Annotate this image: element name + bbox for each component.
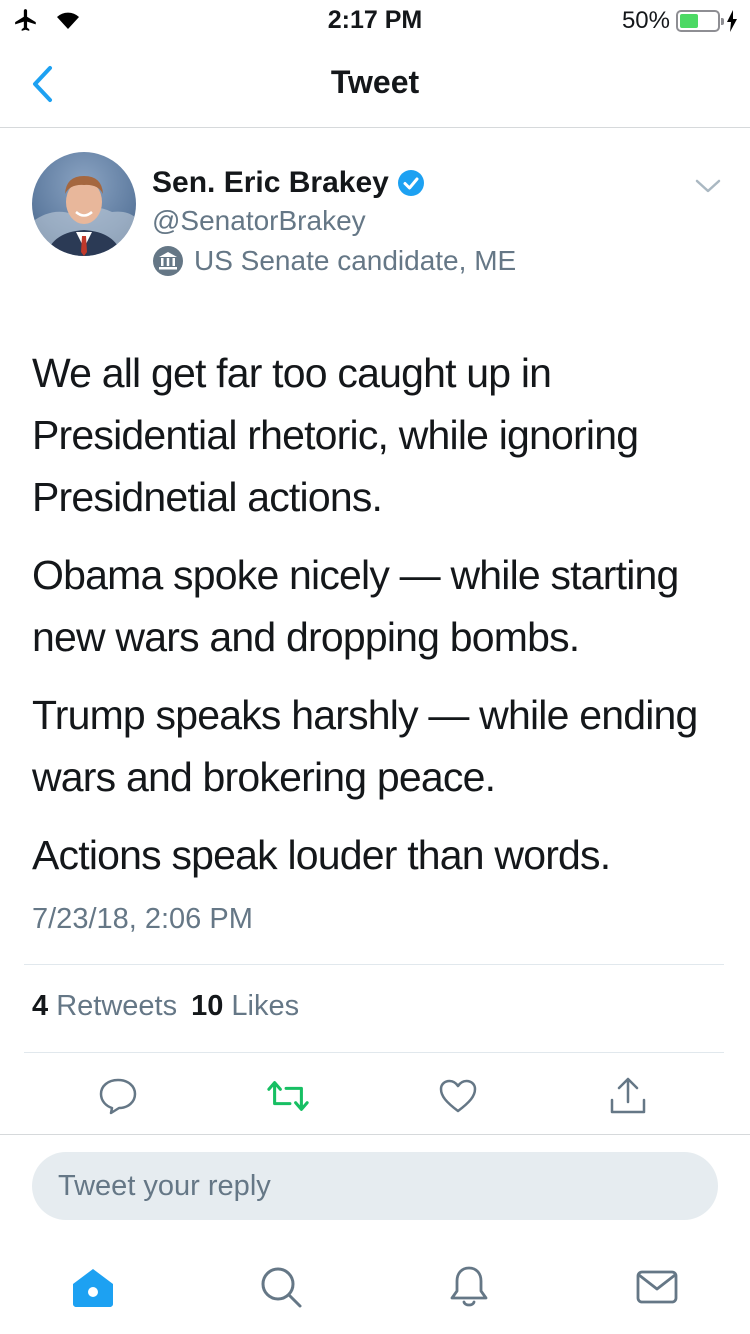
author-name[interactable]: Sen. Eric Brakey bbox=[152, 166, 389, 200]
author-name-row[interactable]: Sen. Eric Brakey bbox=[152, 166, 425, 200]
reply-icon bbox=[99, 1078, 137, 1115]
charging-bolt-icon bbox=[727, 10, 737, 32]
divider bbox=[24, 964, 724, 965]
notifications-icon bbox=[450, 1266, 488, 1307]
likes-stat[interactable]: 10 Likes bbox=[191, 990, 299, 1023]
tweet-stats: 4 Retweets 10 Likes bbox=[32, 990, 299, 1023]
home-icon bbox=[73, 1269, 113, 1307]
verified-badge-icon bbox=[397, 170, 424, 196]
battery-icon bbox=[676, 10, 724, 32]
tweet-text: We all get far too caught up in Presiden… bbox=[32, 342, 722, 902]
share-button[interactable] bbox=[606, 1074, 650, 1118]
search-icon bbox=[261, 1267, 302, 1308]
status-bar: 2:17 PM 50% bbox=[0, 0, 750, 40]
author-handle[interactable]: @SenatorBrakey bbox=[152, 205, 366, 237]
author-label-text: US Senate candidate, ME bbox=[194, 245, 517, 276]
screen: 2:17 PM 50% Tweet Sen. Eric Brakey @Sena… bbox=[0, 0, 750, 1334]
reply-button[interactable] bbox=[96, 1074, 140, 1118]
tweet-paragraph: Obama spoke nicely — while starting new … bbox=[32, 552, 679, 660]
share-icon bbox=[610, 1077, 646, 1114]
battery-percent: 50% bbox=[621, 7, 670, 34]
chevron-down-icon bbox=[695, 179, 721, 193]
tab-messages[interactable] bbox=[632, 1262, 682, 1312]
like-button[interactable] bbox=[436, 1074, 480, 1118]
avatar[interactable] bbox=[32, 152, 136, 256]
nav-bar: Tweet bbox=[0, 40, 750, 128]
retweets-stat[interactable]: 4 Retweets bbox=[32, 990, 177, 1023]
retweet-button[interactable] bbox=[266, 1074, 310, 1118]
likes-count: 10 bbox=[191, 990, 224, 1022]
avatar-portrait bbox=[32, 176, 136, 256]
likes-label: Likes bbox=[231, 990, 300, 1022]
tweet-paragraph: We all get far too caught up in Presiden… bbox=[32, 350, 639, 520]
tweet-timestamp: 7/23/18, 2:06 PM bbox=[32, 903, 253, 935]
divider bbox=[24, 1052, 724, 1053]
retweet-icon bbox=[267, 1081, 309, 1111]
page-title: Tweet bbox=[330, 64, 420, 100]
tab-home[interactable] bbox=[68, 1262, 118, 1312]
government-building-icon bbox=[153, 246, 183, 276]
tweet-options-button[interactable] bbox=[694, 176, 722, 200]
retweets-count: 4 bbox=[32, 990, 49, 1022]
author-label: US Senate candidate, ME bbox=[152, 245, 516, 277]
reply-input[interactable] bbox=[32, 1152, 718, 1220]
retweets-label: Retweets bbox=[56, 990, 178, 1022]
divider bbox=[0, 1134, 750, 1135]
tweet-paragraph: Actions speak louder than words. bbox=[32, 832, 611, 878]
tab-notifications[interactable] bbox=[444, 1262, 494, 1312]
messages-icon bbox=[636, 1270, 678, 1304]
battery-fill bbox=[680, 14, 698, 28]
tab-search[interactable] bbox=[256, 1262, 306, 1312]
like-icon bbox=[439, 1079, 477, 1113]
tweet-paragraph: Trump speaks harshly — while ending wars… bbox=[32, 692, 698, 800]
